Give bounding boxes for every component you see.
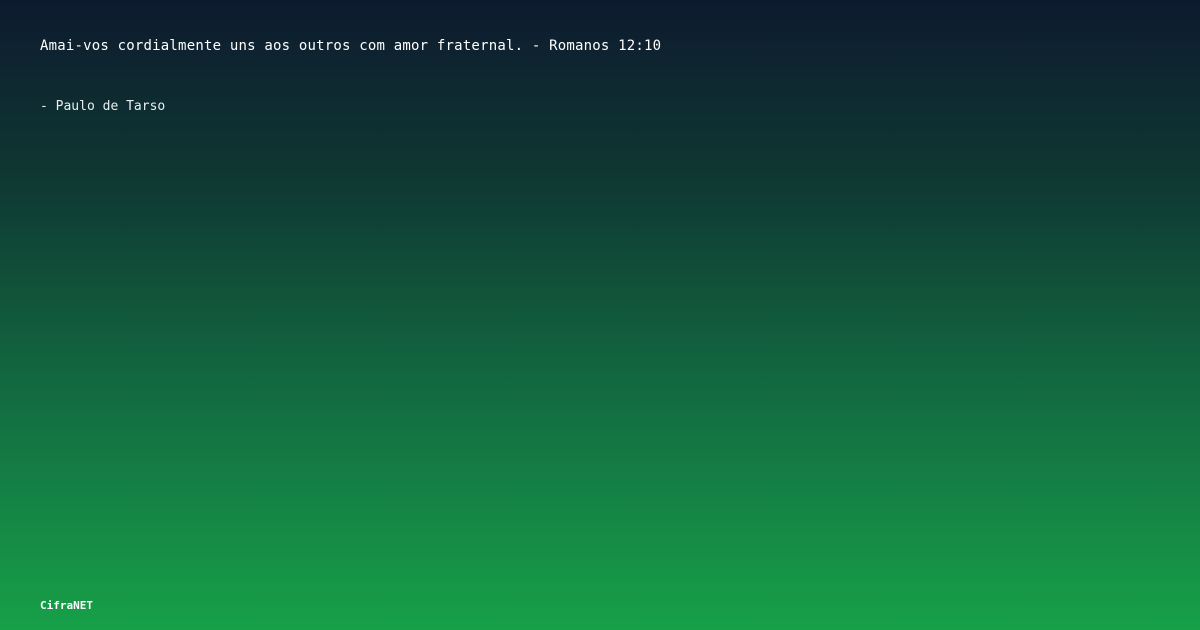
- quote-text: Amai-vos cordialmente uns aos outros com…: [40, 38, 662, 54]
- brand-logo-text: CifraNET: [40, 599, 93, 612]
- quote-author: - Paulo de Tarso: [40, 99, 166, 114]
